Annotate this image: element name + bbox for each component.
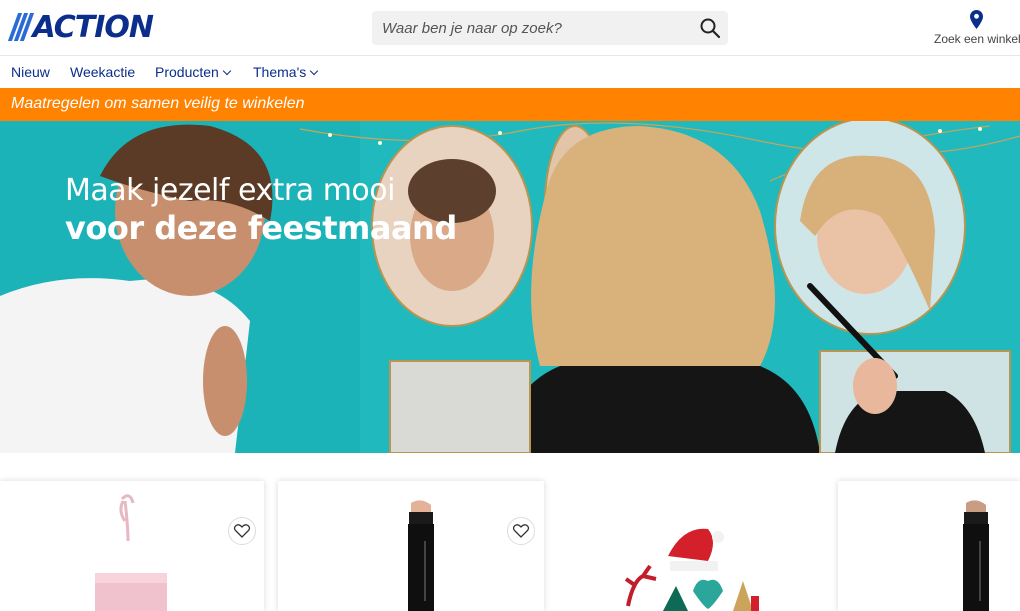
- nav-label: Thema's: [253, 64, 307, 80]
- product-card[interactable]: [558, 481, 824, 611]
- heart-icon[interactable]: [228, 517, 256, 545]
- hero-banner[interactable]: Maak jezelf extra mooi voor deze feestma…: [0, 121, 1020, 453]
- site-header: ACTION Zoek een winkel: [0, 0, 1020, 56]
- product-card[interactable]: [278, 481, 544, 611]
- makeup-stick-image: [408, 500, 434, 611]
- chevron-down-icon: [310, 66, 319, 76]
- nav-item-nieuw[interactable]: Nieuw: [11, 64, 50, 80]
- main-nav: Nieuw Weekactie Producten Thema's: [0, 56, 1020, 88]
- nav-item-weekactie[interactable]: Weekactie: [70, 64, 135, 80]
- hero-title: Maak jezelf extra mooi: [65, 173, 395, 208]
- find-store-label: Zoek een winkel: [934, 32, 1020, 46]
- heart-icon[interactable]: [507, 517, 535, 545]
- nav-label: Nieuw: [11, 64, 50, 80]
- search-input[interactable]: [372, 11, 682, 45]
- nav-label: Producten: [155, 64, 219, 80]
- christmas-decoration-image: [624, 528, 759, 611]
- chevron-down-icon: [222, 66, 232, 76]
- action-logo[interactable]: ACTION: [7, 9, 154, 45]
- location-pin-icon: [970, 10, 983, 34]
- hero-image: [0, 121, 1020, 453]
- product-carousel: [0, 453, 1020, 611]
- logo-text: ACTION: [32, 9, 154, 45]
- nav-item-producten[interactable]: Producten: [155, 64, 232, 80]
- nav-label: Weekactie: [70, 64, 136, 80]
- makeup-stick-image: [963, 500, 989, 611]
- hero-subtitle: voor deze feestmaand: [65, 209, 457, 247]
- logo-stripes: [7, 13, 35, 41]
- nav-item-themas[interactable]: Thema's: [253, 64, 319, 80]
- find-store-link[interactable]: Zoek een winkel: [930, 10, 1020, 50]
- product-card[interactable]: [0, 481, 264, 611]
- gift-bag-image: [95, 494, 167, 611]
- notice-banner[interactable]: Maatregelen om samen veilig te winkelen: [0, 88, 1020, 121]
- search-bar: [372, 11, 728, 45]
- notice-text: Maatregelen om samen veilig te winkelen: [11, 95, 305, 112]
- product-card[interactable]: [838, 481, 1020, 611]
- search-icon[interactable]: [698, 16, 722, 40]
